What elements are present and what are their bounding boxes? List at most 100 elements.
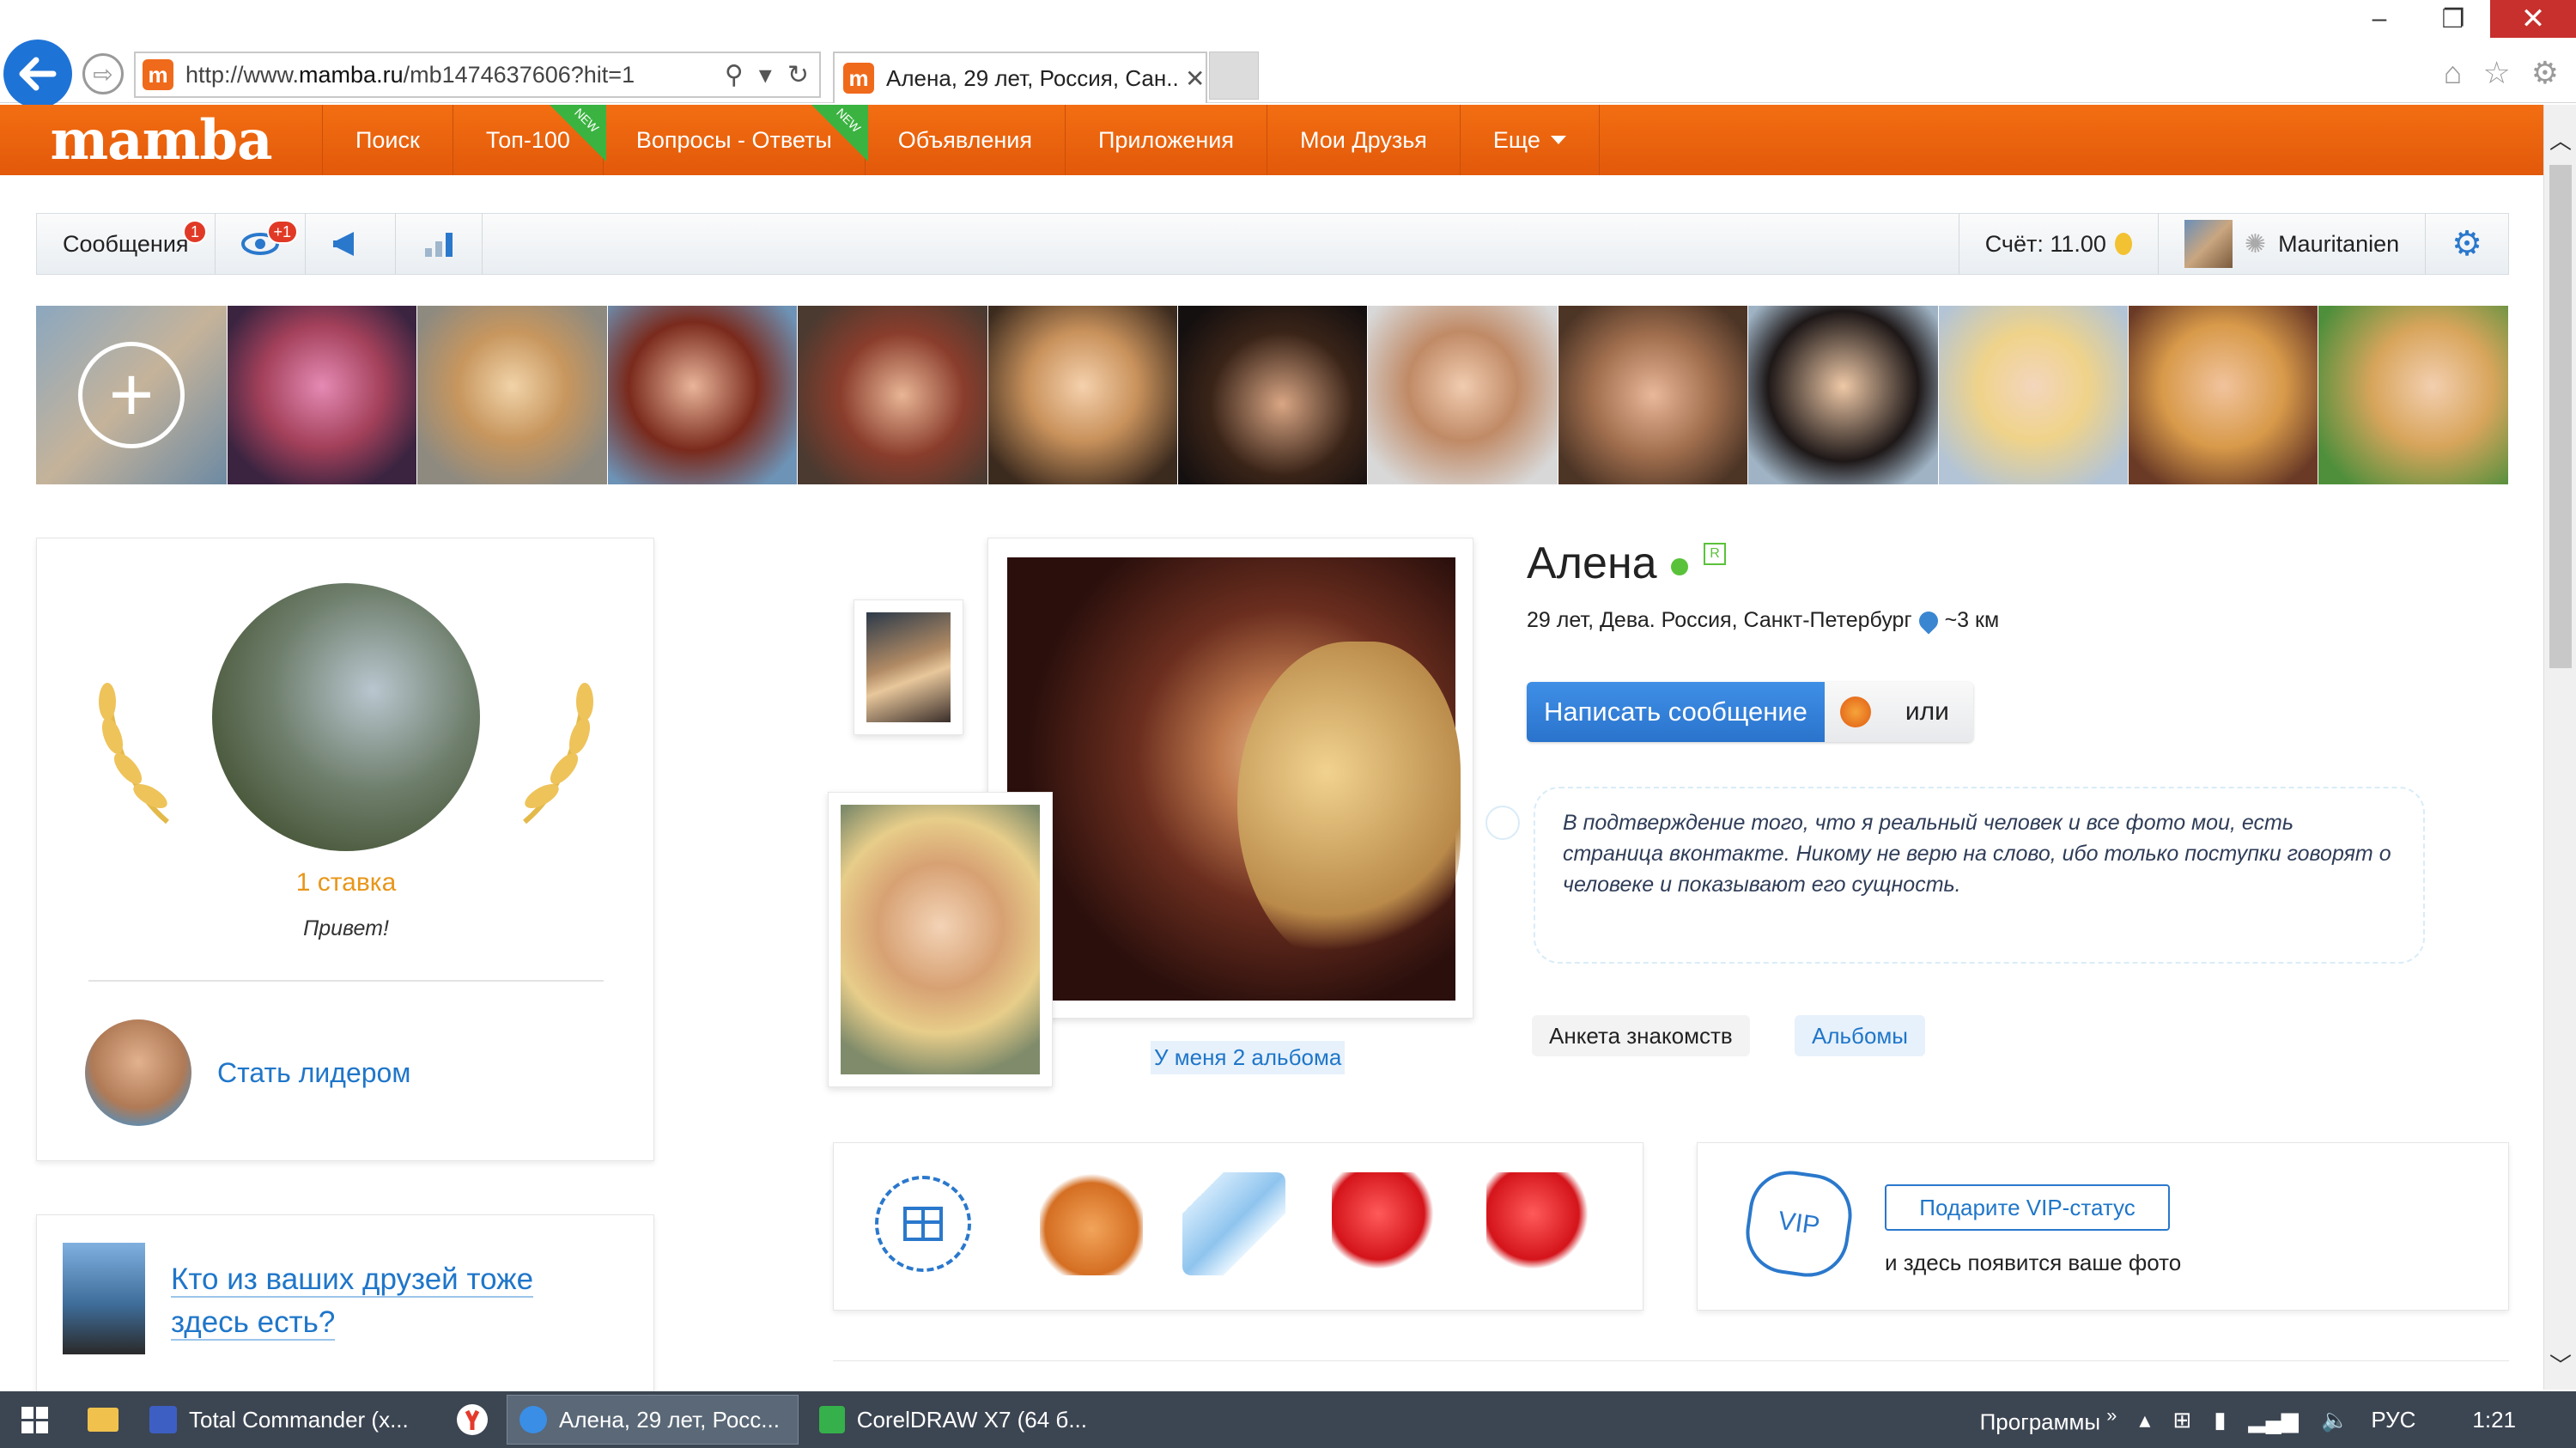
taskbar-app-total-commander[interactable]: Total Commander (x... — [137, 1395, 429, 1445]
plus-icon: + — [78, 342, 185, 448]
home-icon[interactable]: ⌂ — [2444, 55, 2463, 91]
profile-photo-thumb[interactable] — [828, 792, 1053, 1087]
strip-photo[interactable] — [2318, 306, 2508, 484]
nav-item-search[interactable]: Поиск — [323, 105, 453, 175]
strip-photo[interactable] — [797, 306, 987, 484]
floppy-icon — [149, 1406, 177, 1433]
tab-favicon-icon: m — [843, 63, 874, 94]
close-window-icon[interactable]: ✕ — [2490, 0, 2576, 38]
nav-item-questions[interactable]: Вопросы - Ответы NEW — [604, 105, 868, 175]
volume-icon[interactable]: 🔈 — [2321, 1407, 2348, 1433]
next-section — [833, 1360, 2509, 1395]
messages-button[interactable]: Сообщения 1 — [37, 213, 216, 275]
write-message-button[interactable]: Написать сообщение — [1527, 682, 1825, 742]
photo-strip: + — [36, 306, 2509, 484]
strip-photo[interactable] — [606, 306, 798, 484]
nav-item-ads[interactable]: Объявления — [866, 105, 1066, 175]
avatar[interactable] — [85, 1019, 191, 1126]
tab-close-icon[interactable]: ✕ — [1185, 64, 1205, 93]
browser-tab[interactable]: m Алена, 29 лет, Россия, Сан... ✕ — [833, 52, 1207, 103]
strip-photo[interactable] — [1937, 306, 2128, 484]
gift-rose-icon[interactable] — [1332, 1172, 1435, 1275]
add-gift-button[interactable] — [875, 1176, 971, 1272]
tab-albums[interactable]: Альбомы — [1795, 1015, 1925, 1056]
battery-icon[interactable]: ▮ — [2214, 1407, 2226, 1433]
refresh-icon[interactable]: ↻ — [787, 60, 809, 90]
profile-main-photo[interactable] — [987, 538, 1473, 1019]
views-button[interactable]: +1 — [216, 213, 306, 275]
gift-cat-icon[interactable] — [1040, 1172, 1143, 1275]
gift-vip-button[interactable]: Подарите VIP-статус — [1885, 1184, 2170, 1231]
strip-photo[interactable] — [1176, 306, 1368, 484]
balance-button[interactable]: Счёт: 11.00 — [1958, 213, 2158, 275]
windows-logo-icon — [21, 1406, 48, 1433]
become-leader-link[interactable]: Стать лидером — [217, 1057, 410, 1089]
verified-real-badge: R — [1704, 543, 1726, 565]
search-icon[interactable]: ⚲ — [725, 60, 744, 90]
strip-photo[interactable] — [1367, 306, 1558, 484]
address-bar[interactable]: m http://www.mamba.ru/mb1474637606?hit=1… — [134, 52, 821, 98]
scroll-thumb[interactable] — [2549, 165, 2572, 668]
nav-item-friends[interactable]: Мои Друзья — [1267, 105, 1461, 175]
nav-item-more[interactable]: Еще — [1461, 105, 1600, 175]
taskbar-app-coreldraw[interactable]: CorelDRAW X7 (64 б... — [807, 1395, 1099, 1445]
strip-photo[interactable] — [987, 306, 1177, 484]
forward-arrow-icon: ⇨ — [93, 60, 113, 88]
strip-photo[interactable] — [2127, 306, 2318, 484]
scroll-up-icon[interactable]: ︿ — [2544, 122, 2576, 156]
rating-button[interactable] — [396, 213, 483, 275]
windows-flag-icon[interactable]: ⊞ — [2172, 1407, 2191, 1433]
dropdown-icon[interactable]: ▾ — [759, 60, 772, 90]
clock[interactable]: 1:21 — [2472, 1407, 2516, 1433]
strip-photo[interactable] — [1747, 306, 1938, 484]
tray-expand-icon[interactable]: ▴ — [2139, 1407, 2150, 1433]
folder-icon — [88, 1408, 118, 1432]
minimize-icon[interactable]: – — [2342, 0, 2416, 38]
back-button[interactable] — [3, 40, 72, 108]
add-photo-to-strip-button[interactable]: + — [36, 306, 227, 484]
profile-name: Алена — [1527, 538, 1657, 588]
mamba-logo[interactable]: mamba — [0, 105, 323, 175]
signal-icon[interactable]: ▂▄▆ — [2249, 1407, 2299, 1433]
megaphone-icon — [332, 232, 354, 256]
strip-photo[interactable] — [416, 306, 607, 484]
ie-icon — [519, 1406, 547, 1433]
broadcast-button[interactable] — [306, 213, 396, 275]
explorer-pin[interactable] — [69, 1391, 137, 1448]
scroll-down-icon[interactable]: ﹀ — [2544, 1347, 2576, 1381]
taskbar-app-browser[interactable]: Алена, 29 лет, Росс... — [507, 1395, 799, 1445]
albums-link[interactable]: У меня 2 альбома — [1151, 1041, 1346, 1074]
strip-photo[interactable] — [227, 306, 417, 484]
new-tab-button[interactable] — [1209, 52, 1259, 100]
site-favicon-icon: m — [143, 59, 173, 90]
message-actions: Написать сообщение или — [1527, 682, 1973, 742]
nav-item-top100[interactable]: Топ-100 NEW — [453, 105, 606, 175]
leader-avatar[interactable] — [212, 583, 480, 851]
language-indicator[interactable]: РУС — [2371, 1407, 2415, 1433]
vip-card: VIP Подарите VIP-статус и здесь появится… — [1697, 1142, 2509, 1311]
page-scrollbar[interactable]: ︿ ﹀ — [2543, 105, 2576, 1390]
profile-photo-thumb[interactable] — [854, 599, 963, 735]
restore-icon[interactable]: ❐ — [2416, 0, 2490, 38]
gift-rose-icon[interactable] — [1486, 1172, 1589, 1275]
yandex-pin[interactable] — [438, 1391, 507, 1448]
gift-or-button[interactable]: или — [1824, 682, 1973, 742]
forward-button[interactable]: ⇨ — [82, 53, 124, 94]
start-button[interactable] — [0, 1391, 69, 1448]
user-menu[interactable]: ✺ Mauritanien — [2157, 213, 2425, 275]
settings-gear-icon[interactable]: ⚙ — [2531, 55, 2559, 91]
system-tray: Программы » ▴ ⊞ ▮ ▂▄▆ 🔈 РУС 1:21 — [1980, 1404, 2576, 1436]
location-pin-icon — [1915, 606, 1942, 635]
find-friends-link[interactable]: Кто из ваших друзей тоже здесь есть? — [171, 1258, 617, 1344]
strip-photo[interactable] — [1557, 306, 1748, 484]
username: Mauritanien — [2278, 230, 2400, 257]
nav-item-apps[interactable]: Приложения — [1066, 105, 1267, 175]
bar-chart-icon — [424, 233, 453, 257]
url-text[interactable]: http://www.mamba.ru/mb1474637606?hit=1 — [185, 62, 718, 88]
tab-dating-profile[interactable]: Анкета знакомств — [1532, 1015, 1750, 1056]
settings-button[interactable]: ⚙ — [2425, 213, 2508, 275]
gift-diamond-icon[interactable] — [1182, 1172, 1285, 1275]
bet-count: 1 ставка — [295, 868, 397, 897]
favorites-star-icon[interactable]: ☆ — [2482, 55, 2510, 91]
programs-toolbar[interactable]: Программы » — [1980, 1404, 2117, 1436]
